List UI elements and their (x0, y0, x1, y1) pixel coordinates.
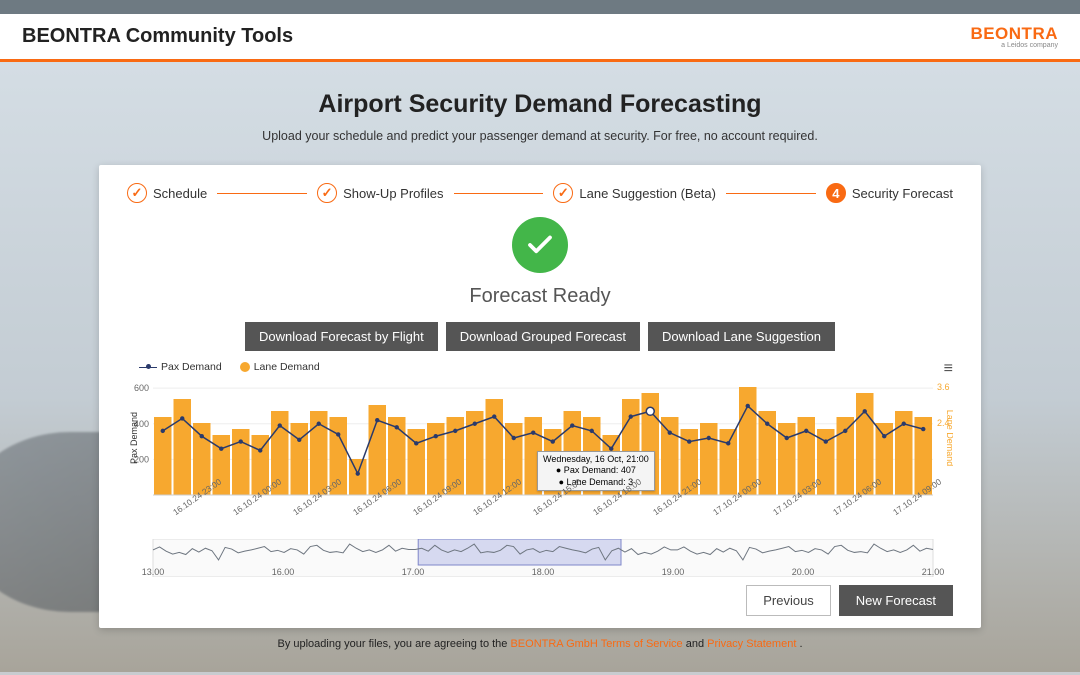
stepper: ✓ Schedule ✓ Show-Up Profiles ✓ Lane Sug… (127, 183, 953, 203)
brand-logo: BEONTRA a Leidos company (970, 25, 1058, 49)
forecast-chart[interactable]: Pax Demand Lane Demand ≡ 2004006002.43.6… (127, 361, 953, 577)
legend-pax[interactable]: Pax Demand (139, 361, 222, 373)
page-title: Airport Security Demand Forecasting (0, 90, 1080, 119)
previous-button[interactable]: Previous (746, 585, 831, 616)
ready-heading: Forecast Ready (127, 285, 953, 308)
disclaimer-text: By uploading your files, you are agreein… (277, 638, 510, 650)
chart-legend: Pax Demand Lane Demand ≡ (127, 361, 953, 373)
privacy-link[interactable]: Privacy Statement (707, 638, 796, 650)
svg-text:13.00: 13.00 (142, 567, 165, 577)
step-connector (217, 193, 307, 194)
page-subtitle: Upload your schedule and predict your pa… (0, 129, 1080, 143)
download-by-flight-button[interactable]: Download Forecast by Flight (245, 322, 438, 351)
step-connector (454, 193, 544, 194)
svg-text:18.00: 18.00 (532, 567, 555, 577)
check-icon: ✓ (127, 183, 147, 203)
step-lane[interactable]: ✓ Lane Suggestion (Beta) (553, 183, 716, 203)
legend-label: Pax Demand (161, 361, 222, 373)
svg-text:3.6: 3.6 (937, 382, 950, 392)
terms-link[interactable]: BEONTRA GmbH Terms of Service (510, 638, 682, 650)
download-lane-button[interactable]: Download Lane Suggestion (648, 322, 835, 351)
legend-label: Lane Demand (254, 361, 320, 373)
tooltip-header: Wednesday, 16 Oct, 21:00 (543, 454, 649, 465)
new-forecast-button[interactable]: New Forecast (839, 585, 953, 616)
chart-menu-icon[interactable]: ≡ (944, 361, 953, 377)
svg-text:Lane Demand: Lane Demand (945, 410, 953, 467)
disclaimer: By uploading your files, you are agreein… (0, 638, 1080, 650)
step-label: Security Forecast (852, 186, 953, 201)
hero-section: Airport Security Demand Forecasting Uplo… (0, 62, 1080, 672)
success-check-icon (512, 217, 568, 273)
download-grouped-button[interactable]: Download Grouped Forecast (446, 322, 640, 351)
svg-text:17.00: 17.00 (402, 567, 425, 577)
brand-name: BEONTRA (970, 25, 1058, 42)
check-icon: ✓ (317, 183, 337, 203)
step-schedule[interactable]: ✓ Schedule (127, 183, 207, 203)
line-marker-icon (139, 363, 157, 371)
ready-block: Forecast Ready Download Forecast by Flig… (127, 217, 953, 351)
app-title: BEONTRA Community Tools (22, 25, 293, 48)
brand-tagline: a Leidos company (970, 42, 1058, 49)
step-label: Show-Up Profiles (343, 186, 443, 201)
disclaimer-text: . (799, 638, 802, 650)
step-showup[interactable]: ✓ Show-Up Profiles (317, 183, 443, 203)
step-label: Schedule (153, 186, 207, 201)
window-chrome-gap (0, 0, 1080, 14)
svg-text:19.00: 19.00 (662, 567, 685, 577)
step-number-icon: 4 (826, 183, 846, 203)
forecast-card: ✓ Schedule ✓ Show-Up Profiles ✓ Lane Sug… (99, 165, 981, 628)
app-header: BEONTRA Community Tools BEONTRA a Leidos… (0, 14, 1080, 62)
card-footer: Previous New Forecast (127, 585, 953, 616)
chart-navigator[interactable]: 13.00 16.00 17.00 18.00 19.00 20.00 21.00 (127, 539, 953, 577)
svg-text:20.00: 20.00 (792, 567, 815, 577)
svg-text:600: 600 (134, 383, 149, 393)
step-label: Lane Suggestion (Beta) (579, 186, 716, 201)
bar-marker-icon (240, 362, 250, 372)
svg-text:16.00: 16.00 (272, 567, 295, 577)
step-forecast[interactable]: 4 Security Forecast (826, 183, 953, 203)
svg-text:Pax Demand: Pax Demand (129, 412, 139, 464)
legend-lane[interactable]: Lane Demand (240, 361, 320, 373)
tooltip-line: ● Pax Demand: 407 (543, 465, 649, 476)
svg-text:21.00: 21.00 (922, 567, 945, 577)
disclaimer-text: and (686, 638, 707, 650)
chart-x-labels: 16.10.24 23:0016.10.24 00:0016.10.24 03:… (153, 509, 933, 537)
check-icon: ✓ (553, 183, 573, 203)
step-connector (726, 193, 816, 194)
